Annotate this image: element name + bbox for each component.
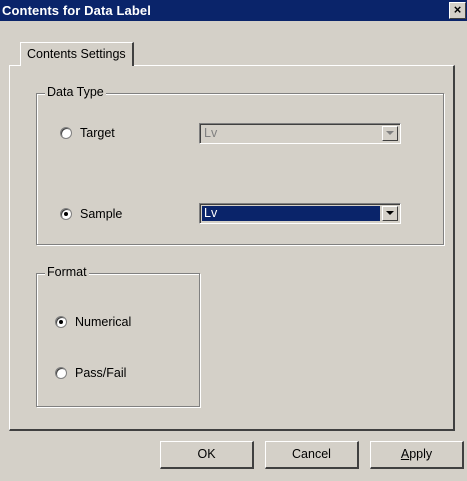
target-combo: Lv — [199, 123, 401, 144]
format-group-label: Format — [45, 265, 89, 279]
target-radio[interactable]: Target — [60, 126, 115, 140]
window-title: Contents for Data Label — [2, 3, 151, 18]
title-bar: Contents for Data Label × — [0, 0, 467, 21]
tab-label: Contents Settings — [27, 47, 126, 61]
apply-button-label: pply — [409, 447, 433, 461]
apply-button[interactable]: Apply — [370, 441, 464, 469]
ok-button[interactable]: OK — [160, 441, 254, 469]
format-group: Format — [36, 265, 200, 407]
sample-radio[interactable]: Sample — [60, 207, 122, 221]
tab-contents-settings[interactable]: Contents Settings — [20, 42, 134, 66]
sample-combo-value: Lv — [202, 206, 380, 221]
apply-button-accel: A — [400, 447, 410, 461]
sample-radio-circle[interactable] — [60, 208, 72, 220]
sample-radio-label: Sample — [80, 207, 123, 221]
chevron-down-icon[interactable] — [382, 206, 398, 221]
close-icon: × — [453, 2, 462, 17]
close-button[interactable]: × — [449, 2, 466, 19]
pass-fail-radio[interactable]: Pass/Fail — [55, 366, 126, 380]
cancel-button-label: Cancel — [292, 447, 331, 461]
target-radio-label: Target — [80, 126, 115, 140]
target-radio-circle[interactable] — [60, 127, 72, 139]
target-combo-value: Lv — [202, 126, 380, 141]
sample-combo[interactable]: Lv — [199, 203, 401, 224]
data-type-group-label: Data Type — [45, 85, 106, 99]
pass-fail-radio-label: Pass/Fail — [75, 366, 127, 380]
pass-fail-radio-circle[interactable] — [55, 367, 67, 379]
chevron-down-icon — [382, 126, 398, 141]
dialog-window: Contents for Data Label × Contents Setti… — [0, 0, 467, 481]
numerical-radio-circle[interactable] — [55, 316, 67, 328]
cancel-button[interactable]: Cancel — [265, 441, 359, 469]
numerical-radio[interactable]: Numerical — [55, 315, 131, 329]
ok-button-label: OK — [197, 447, 216, 461]
numerical-radio-label: Numerical — [75, 315, 132, 329]
